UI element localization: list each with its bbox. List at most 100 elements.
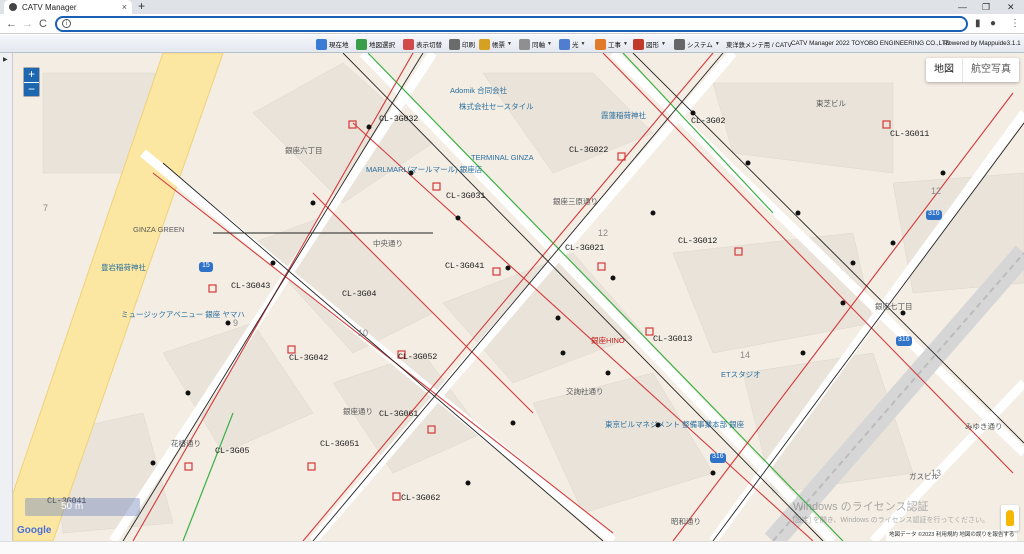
- toolbar-map-select[interactable]: 地図選択: [356, 37, 395, 51]
- cable-label[interactable]: CL-3G022: [569, 145, 608, 155]
- toolbar-shapes[interactable]: 図形 ▼: [633, 37, 666, 51]
- cable-label[interactable]: CL-3G043: [231, 281, 270, 291]
- map-select-icon: [356, 38, 367, 50]
- address-bar[interactable]: i: [55, 16, 968, 32]
- cable-label[interactable]: CL-3G011: [890, 129, 929, 139]
- minimize-button[interactable]: —: [958, 0, 967, 14]
- cable-label[interactable]: CL-3G02: [691, 116, 726, 126]
- toolbar-label: システム: [687, 42, 713, 49]
- cable-label[interactable]: CL-3G032: [379, 114, 418, 124]
- toolbar-construction[interactable]: 工事 ▼: [595, 37, 628, 51]
- cable-label[interactable]: CL-3G051: [320, 439, 359, 449]
- scale-indicator: 50 m: [25, 498, 140, 516]
- toolbar-label: 地図選択: [369, 42, 395, 49]
- browser-tab[interactable]: CATV Manager ×: [4, 0, 132, 14]
- toolbar-print[interactable]: 印刷: [449, 37, 475, 51]
- forward-icon[interactable]: →: [22, 17, 33, 31]
- activation-watermark: Windows のライセンス認証 [設定] を開き、Windows のライセンス…: [793, 498, 989, 525]
- map-canvas[interactable]: 15 316 316 316 7 9 10 12 14 12 13 CL-3G0…: [13, 53, 1024, 541]
- place-label: 銀座六丁目: [285, 146, 323, 155]
- route-badge: 316: [712, 453, 724, 460]
- cable-label[interactable]: CL-3G061: [379, 409, 418, 419]
- back-icon[interactable]: ←: [6, 17, 17, 31]
- tab-close-icon[interactable]: ×: [122, 2, 127, 12]
- map-attribution[interactable]: 地図データ ©2023 利用規約 地図の誤りを報告する: [886, 530, 1018, 541]
- place-label: 中央通り: [373, 239, 403, 248]
- worker-icon: [595, 38, 606, 50]
- street-view-pegman-icon[interactable]: [1001, 505, 1019, 531]
- toolbar-system[interactable]: システム ▼: [674, 37, 720, 51]
- chevron-down-icon: ▼: [623, 41, 628, 47]
- toolbar-display-toggle[interactable]: 表示切替: [403, 37, 442, 51]
- poi-label[interactable]: 東京ビルマネジメント 整備事業本部 銀座: [605, 419, 744, 430]
- expand-arrow-icon[interactable]: ▶: [3, 56, 8, 63]
- toolbar-label: 同軸: [532, 42, 545, 49]
- toolbar-optical[interactable]: 光 ▼: [559, 37, 585, 51]
- cable-label[interactable]: CL-3G042: [289, 353, 328, 363]
- browser-titlebar: CATV Manager × + — ❐ ✕: [0, 0, 1024, 14]
- cable-label[interactable]: CL-3G04: [342, 289, 377, 299]
- zoom-out-button[interactable]: −: [24, 82, 39, 96]
- cable-label[interactable]: CL-3G012: [678, 236, 717, 246]
- place-label: 銀座通り: [343, 407, 373, 416]
- toolbar-label: 印刷: [462, 42, 475, 49]
- cable-label[interactable]: CL-3G05: [215, 446, 250, 456]
- zoom-in-button[interactable]: +: [24, 68, 39, 82]
- profile-icon[interactable]: ●: [990, 17, 996, 31]
- browser-menu-icon[interactable]: ⋮: [1010, 17, 1020, 31]
- route-badge: 316: [928, 210, 940, 217]
- watermark-title: Windows のライセンス認証: [793, 501, 929, 513]
- toolbar-powered: Powered by Mappuide3.1.1: [944, 40, 1021, 47]
- poi-label[interactable]: 霞蓮稲荷神社: [601, 110, 646, 121]
- poi-label[interactable]: ミュージックアベニュー 銀座 ヤマハ: [121, 309, 245, 320]
- report-icon: [479, 38, 490, 50]
- poi-label[interactable]: TERMINAL GINZA: [471, 153, 534, 162]
- crosshair-icon: [316, 38, 327, 50]
- coax-icon: [519, 38, 530, 50]
- place-label: 昭和通り: [671, 517, 701, 526]
- new-tab-button[interactable]: +: [138, 0, 145, 13]
- toolbar-coax[interactable]: 同軸 ▼: [519, 37, 552, 51]
- poi-label[interactable]: ETスタジオ: [721, 369, 761, 380]
- map-type-map-button[interactable]: 地図: [926, 58, 962, 82]
- place-label: 銀座七丁目: [875, 302, 913, 311]
- block-number: 12: [598, 228, 609, 238]
- maximize-button[interactable]: ❐: [982, 0, 990, 14]
- poi-label[interactable]: 豊岩稲荷神社: [101, 262, 146, 273]
- site-info-icon[interactable]: i: [62, 19, 71, 28]
- toolbar-label: 帳票: [492, 42, 505, 49]
- poi-label[interactable]: 株式会社セースタイル: [459, 101, 534, 112]
- block-number: 10: [358, 328, 369, 338]
- cable-label[interactable]: CL-3G052: [398, 352, 437, 362]
- house-icon: [674, 38, 685, 50]
- block-number: 12: [931, 186, 942, 196]
- cable-label[interactable]: CL-3G062: [401, 493, 440, 503]
- watermark-subtitle: [設定] を開き、Windows のライセンス認証を行ってください。: [793, 517, 989, 524]
- chevron-down-icon: ▼: [580, 41, 586, 47]
- reload-icon[interactable]: C: [39, 17, 47, 31]
- poi-label[interactable]: Adomik 合同会社: [450, 85, 507, 96]
- poi-label[interactable]: 銀座HINO: [591, 335, 625, 346]
- toolbar-current-location[interactable]: 現在地: [316, 37, 349, 51]
- place-label: 東芝ビル: [816, 99, 846, 108]
- chevron-down-icon: ▼: [714, 41, 720, 47]
- map-type-satellite-button[interactable]: 航空写真: [962, 58, 1019, 82]
- route-badge: 316: [898, 336, 910, 343]
- sidepanel-icon[interactable]: ▮: [975, 17, 981, 31]
- left-panel-strip[interactable]: ▶: [0, 53, 13, 554]
- toolbar-label: 図形: [646, 42, 659, 49]
- optical-icon: [559, 38, 570, 50]
- cable-label[interactable]: CL-3G041: [445, 261, 484, 271]
- toolbar-company: 東洋鉄メンテ用 / CATV: [726, 42, 792, 49]
- close-window-button[interactable]: ✕: [1007, 0, 1015, 14]
- cable-label[interactable]: CL-3G021: [565, 243, 604, 253]
- poi-label[interactable]: MARLMARL(マールマール) 銀座店: [366, 164, 482, 175]
- shape-icon: [633, 38, 644, 50]
- cable-label[interactable]: CL-3G031: [446, 191, 485, 201]
- chevron-down-icon: ▼: [547, 41, 552, 47]
- browser-navbar: ← → C i ▮ ● ⋮: [0, 14, 1024, 34]
- toolbar-report[interactable]: 帳票 ▼: [479, 37, 512, 51]
- catv-favicon-icon: [9, 3, 17, 11]
- app-toolbar: 現在地 地図選択 表示切替 印刷 帳票 ▼ 同軸 ▼ 光 ▼ 工事 ▼ 図形 ▼…: [0, 35, 1024, 53]
- cable-label[interactable]: CL-3G013: [653, 334, 692, 344]
